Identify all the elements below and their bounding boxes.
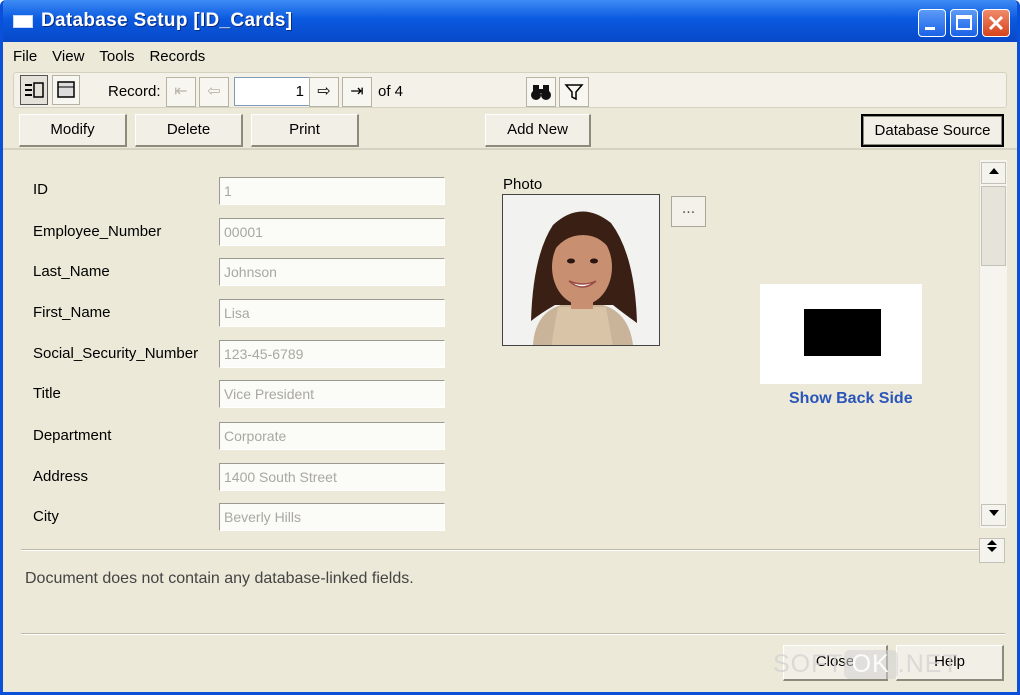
field-input-employee-number[interactable]: 00001 bbox=[219, 218, 445, 246]
title-bar[interactable]: Database Setup [ID_Cards] bbox=[3, 0, 1017, 42]
filter-icon bbox=[564, 84, 584, 101]
add-new-button[interactable]: Add New bbox=[485, 114, 591, 147]
last-record-button[interactable]: ⇥ bbox=[342, 77, 372, 107]
field-input-address[interactable]: 1400 South Street bbox=[219, 463, 445, 491]
find-button[interactable] bbox=[526, 77, 556, 107]
close-icon bbox=[988, 15, 1004, 31]
menu-records[interactable]: Records bbox=[149, 48, 205, 65]
field-input-first-name[interactable]: Lisa bbox=[219, 299, 445, 327]
arrow-down-icon bbox=[988, 510, 999, 516]
field-label-city: City bbox=[33, 508, 59, 525]
watermark: SOFT OK .NET bbox=[773, 650, 959, 679]
field-label-address: Address bbox=[33, 468, 89, 485]
status-message: Document does not contain any database-l… bbox=[25, 570, 414, 587]
card-back-image bbox=[804, 309, 881, 356]
first-record-button[interactable]: ⇤ bbox=[166, 77, 196, 107]
expand-collapse-button[interactable] bbox=[979, 538, 1005, 563]
field-input-city[interactable]: Beverly Hills bbox=[219, 503, 445, 531]
up-down-icon bbox=[987, 540, 997, 552]
scroll-thumb[interactable] bbox=[981, 186, 1006, 266]
table-view-button[interactable] bbox=[52, 75, 80, 105]
next-record-button[interactable]: ⇨ bbox=[309, 77, 339, 107]
form-view-icon bbox=[25, 82, 44, 98]
field-input-ssn[interactable]: 123-45-6789 bbox=[219, 340, 445, 368]
field-label-ssn: Social_Security_Number bbox=[33, 345, 199, 362]
filter-button[interactable] bbox=[559, 77, 589, 107]
portrait-image bbox=[503, 195, 659, 345]
arrow-up-icon bbox=[988, 168, 999, 174]
browse-photo-button[interactable]: ... bbox=[671, 196, 706, 227]
field-input-department[interactable]: Corporate bbox=[219, 422, 445, 450]
scroll-up-button[interactable] bbox=[981, 162, 1006, 184]
field-label-first-name: First_Name bbox=[33, 304, 111, 321]
print-button[interactable]: Print bbox=[251, 114, 359, 147]
menu-tools[interactable]: Tools bbox=[99, 48, 134, 65]
action-button-row: Modify Delete Print Add New Database Sou… bbox=[3, 110, 1017, 150]
card-preview[interactable] bbox=[760, 284, 922, 384]
menu-bar: File View Tools Records bbox=[3, 42, 1017, 70]
table-view-icon bbox=[57, 81, 75, 98]
field-input-last-name[interactable]: Johnson bbox=[219, 258, 445, 286]
employee-photo[interactable] bbox=[502, 194, 660, 346]
database-setup-window: Database Setup [ID_Cards] File View Tool… bbox=[0, 0, 1020, 695]
menu-file[interactable]: File bbox=[13, 48, 37, 65]
vertical-scrollbar[interactable] bbox=[979, 160, 1007, 528]
scroll-down-button[interactable] bbox=[981, 504, 1006, 526]
record-count-label: of 4 bbox=[378, 83, 404, 100]
field-input-id[interactable]: 1 bbox=[219, 177, 445, 205]
maximize-icon bbox=[956, 15, 972, 30]
section-divider bbox=[21, 549, 979, 551]
modify-button[interactable]: Modify bbox=[19, 114, 127, 147]
watermark-ok: OK bbox=[843, 650, 898, 679]
field-label-department: Department bbox=[33, 427, 112, 444]
field-label-last-name: Last_Name bbox=[33, 263, 110, 280]
record-label: Record: bbox=[108, 83, 161, 100]
field-label-id: ID bbox=[33, 181, 48, 198]
field-input-title[interactable]: Vice President bbox=[219, 380, 445, 408]
minimize-button[interactable] bbox=[918, 9, 946, 37]
database-source-button[interactable]: Database Source bbox=[861, 114, 1004, 147]
previous-record-button[interactable]: ⇦ bbox=[199, 77, 229, 107]
watermark-right: .NET bbox=[897, 650, 959, 678]
maximize-button[interactable] bbox=[950, 9, 978, 37]
app-window-icon bbox=[13, 15, 33, 28]
show-back-side-link[interactable]: Show Back Side bbox=[789, 390, 913, 408]
watermark-left: SOFT bbox=[773, 650, 844, 678]
form-view-button[interactable] bbox=[20, 75, 48, 105]
bottom-divider bbox=[21, 633, 1005, 635]
menu-view[interactable]: View bbox=[52, 48, 84, 65]
close-window-button[interactable] bbox=[982, 9, 1010, 37]
delete-button[interactable]: Delete bbox=[135, 114, 243, 147]
photo-label: Photo bbox=[503, 176, 543, 193]
field-label-employee-number: Employee_Number bbox=[33, 223, 162, 240]
field-label-title: Title bbox=[33, 385, 61, 402]
record-toolbar: Record: ⇤ ⇦ 1 ⇨ ⇥ of 4 bbox=[13, 72, 1007, 108]
window-title: Database Setup [ID_Cards] bbox=[41, 10, 293, 31]
minimize-icon bbox=[925, 27, 935, 30]
binoculars-icon bbox=[531, 85, 551, 100]
record-number-input[interactable]: 1 bbox=[234, 77, 310, 106]
